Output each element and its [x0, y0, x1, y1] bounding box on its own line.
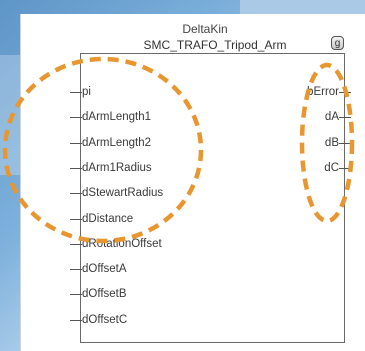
input-highlight-ellipse	[2, 56, 204, 244]
highlight-annotations	[2, 56, 355, 244]
output-highlight-ellipse	[299, 62, 355, 224]
screenshot-canvas: DeltaKin SMC_TRAFO_Tripod_Arm g pi dArmLe…	[0, 0, 365, 351]
